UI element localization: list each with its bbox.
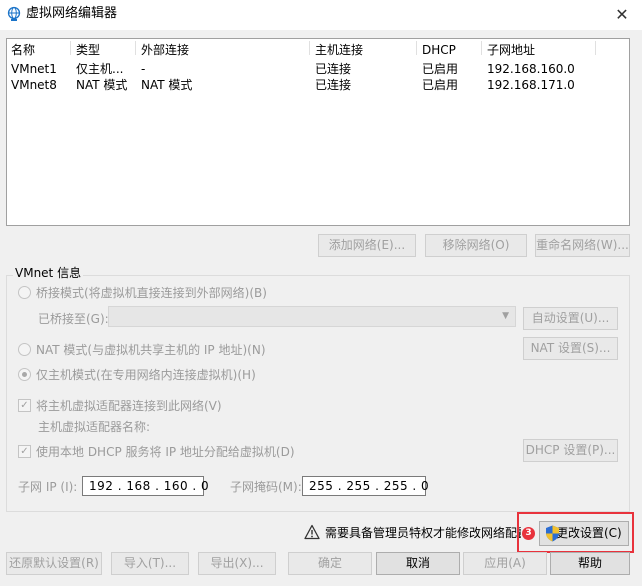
connect-adapter-label: 将主机虚拟适配器连接到此网络(V): [36, 399, 222, 413]
chevron-down-icon: ▼: [502, 311, 509, 321]
network-globe-icon: [7, 6, 21, 21]
bridged-to-dropdown[interactable]: ▼: [108, 306, 516, 327]
connect-adapter-checkbox[interactable]: ✓: [18, 399, 31, 412]
hostonly-mode-label: 仅主机模式(在专用网络内连接虚拟机)(H): [36, 368, 256, 382]
apply-button[interactable]: 应用(A): [463, 552, 547, 575]
table-row-cell[interactable]: 已连接: [315, 61, 351, 77]
column-divider: [70, 41, 71, 55]
column-header-dhcp[interactable]: DHCP: [422, 42, 456, 58]
subnet-mask-input[interactable]: 255 . 255 . 255 . 0: [302, 476, 429, 496]
network-list[interactable]: 名称 类型 外部连接 主机连接 DHCP 子网地址 VMnet1 仅主机... …: [6, 38, 630, 226]
column-divider: [481, 41, 482, 55]
table-row-cell[interactable]: 192.168.171.0: [487, 77, 575, 93]
table-row-cell[interactable]: 已连接: [315, 77, 351, 93]
column-header-type[interactable]: 类型: [76, 42, 100, 58]
help-button[interactable]: 帮助: [550, 552, 630, 575]
table-row-cell[interactable]: 已启用: [422, 61, 458, 77]
auto-settings-button[interactable]: 自动设置(U)...: [523, 307, 618, 330]
remove-network-button[interactable]: 移除网络(O): [425, 234, 527, 257]
warning-icon: [304, 524, 320, 540]
subnet-ip-input[interactable]: 192 . 168 . 160 . 0: [82, 476, 209, 496]
nat-mode-radio[interactable]: [18, 343, 31, 356]
column-header-subnet[interactable]: 子网地址: [487, 42, 535, 58]
column-divider: [135, 41, 136, 55]
admin-required-text: 需要具备管理员特权才能修改网络配置。: [325, 526, 521, 540]
table-row-cell[interactable]: 仅主机...: [76, 61, 134, 77]
nat-mode-label: NAT 模式(与虚拟机共享主机的 IP 地址)(N): [36, 343, 266, 357]
window-title: 虚拟网络编辑器: [26, 6, 118, 21]
column-header-external[interactable]: 外部连接: [141, 42, 189, 58]
close-button[interactable]: ✕: [605, 2, 639, 28]
cancel-button[interactable]: 取消: [376, 552, 460, 575]
table-row-cell[interactable]: NAT 模式: [76, 77, 134, 93]
radio-selected-dot: [22, 372, 27, 377]
column-header-name[interactable]: 名称: [11, 42, 35, 58]
step-badge: 3: [522, 527, 535, 540]
column-divider: [595, 41, 596, 55]
import-button[interactable]: 导入(T)...: [111, 552, 189, 575]
table-row-cell[interactable]: NAT 模式: [141, 77, 192, 93]
bridged-to-label: 已桥接至(G):: [38, 312, 109, 326]
change-settings-label: 更改设置(C): [556, 526, 622, 540]
export-button[interactable]: 导出(X)...: [198, 552, 276, 575]
dhcp-checkbox[interactable]: ✓: [18, 445, 31, 458]
rename-network-button[interactable]: 重命名网络(W)...: [535, 234, 630, 257]
ok-button[interactable]: 确定: [288, 552, 372, 575]
table-row-cell[interactable]: 192.168.160.0: [487, 61, 575, 77]
table-row-cell[interactable]: -: [141, 61, 145, 77]
column-header-host[interactable]: 主机连接: [315, 42, 363, 58]
subnet-mask-label: 子网掩码(M):: [230, 480, 302, 494]
dhcp-label: 使用本地 DHCP 服务将 IP 地址分配给虚拟机(D): [36, 445, 295, 459]
table-row-cell[interactable]: VMnet8: [11, 77, 57, 93]
add-network-button[interactable]: 添加网络(E)...: [318, 234, 416, 257]
shield-icon: [546, 525, 559, 542]
restore-defaults-button[interactable]: 还原默认设置(R): [6, 552, 102, 575]
dhcp-settings-button[interactable]: DHCP 设置(P)...: [523, 439, 618, 462]
column-divider: [416, 41, 417, 55]
hostonly-mode-radio[interactable]: [18, 368, 31, 381]
adapter-name-label: 主机虚拟适配器名称:: [38, 420, 151, 434]
nat-settings-button[interactable]: NAT 设置(S)...: [523, 337, 618, 360]
table-row-cell[interactable]: VMnet1: [11, 61, 57, 77]
table-row-cell[interactable]: 已启用: [422, 77, 458, 93]
bridged-mode-radio[interactable]: [18, 286, 31, 299]
column-divider: [309, 41, 310, 55]
subnet-ip-label: 子网 IP (I):: [18, 480, 78, 494]
bridged-mode-label: 桥接模式(将虚拟机直接连接到外部网络)(B): [36, 286, 267, 300]
vmnet-info-title: VMnet 信息: [13, 265, 84, 281]
